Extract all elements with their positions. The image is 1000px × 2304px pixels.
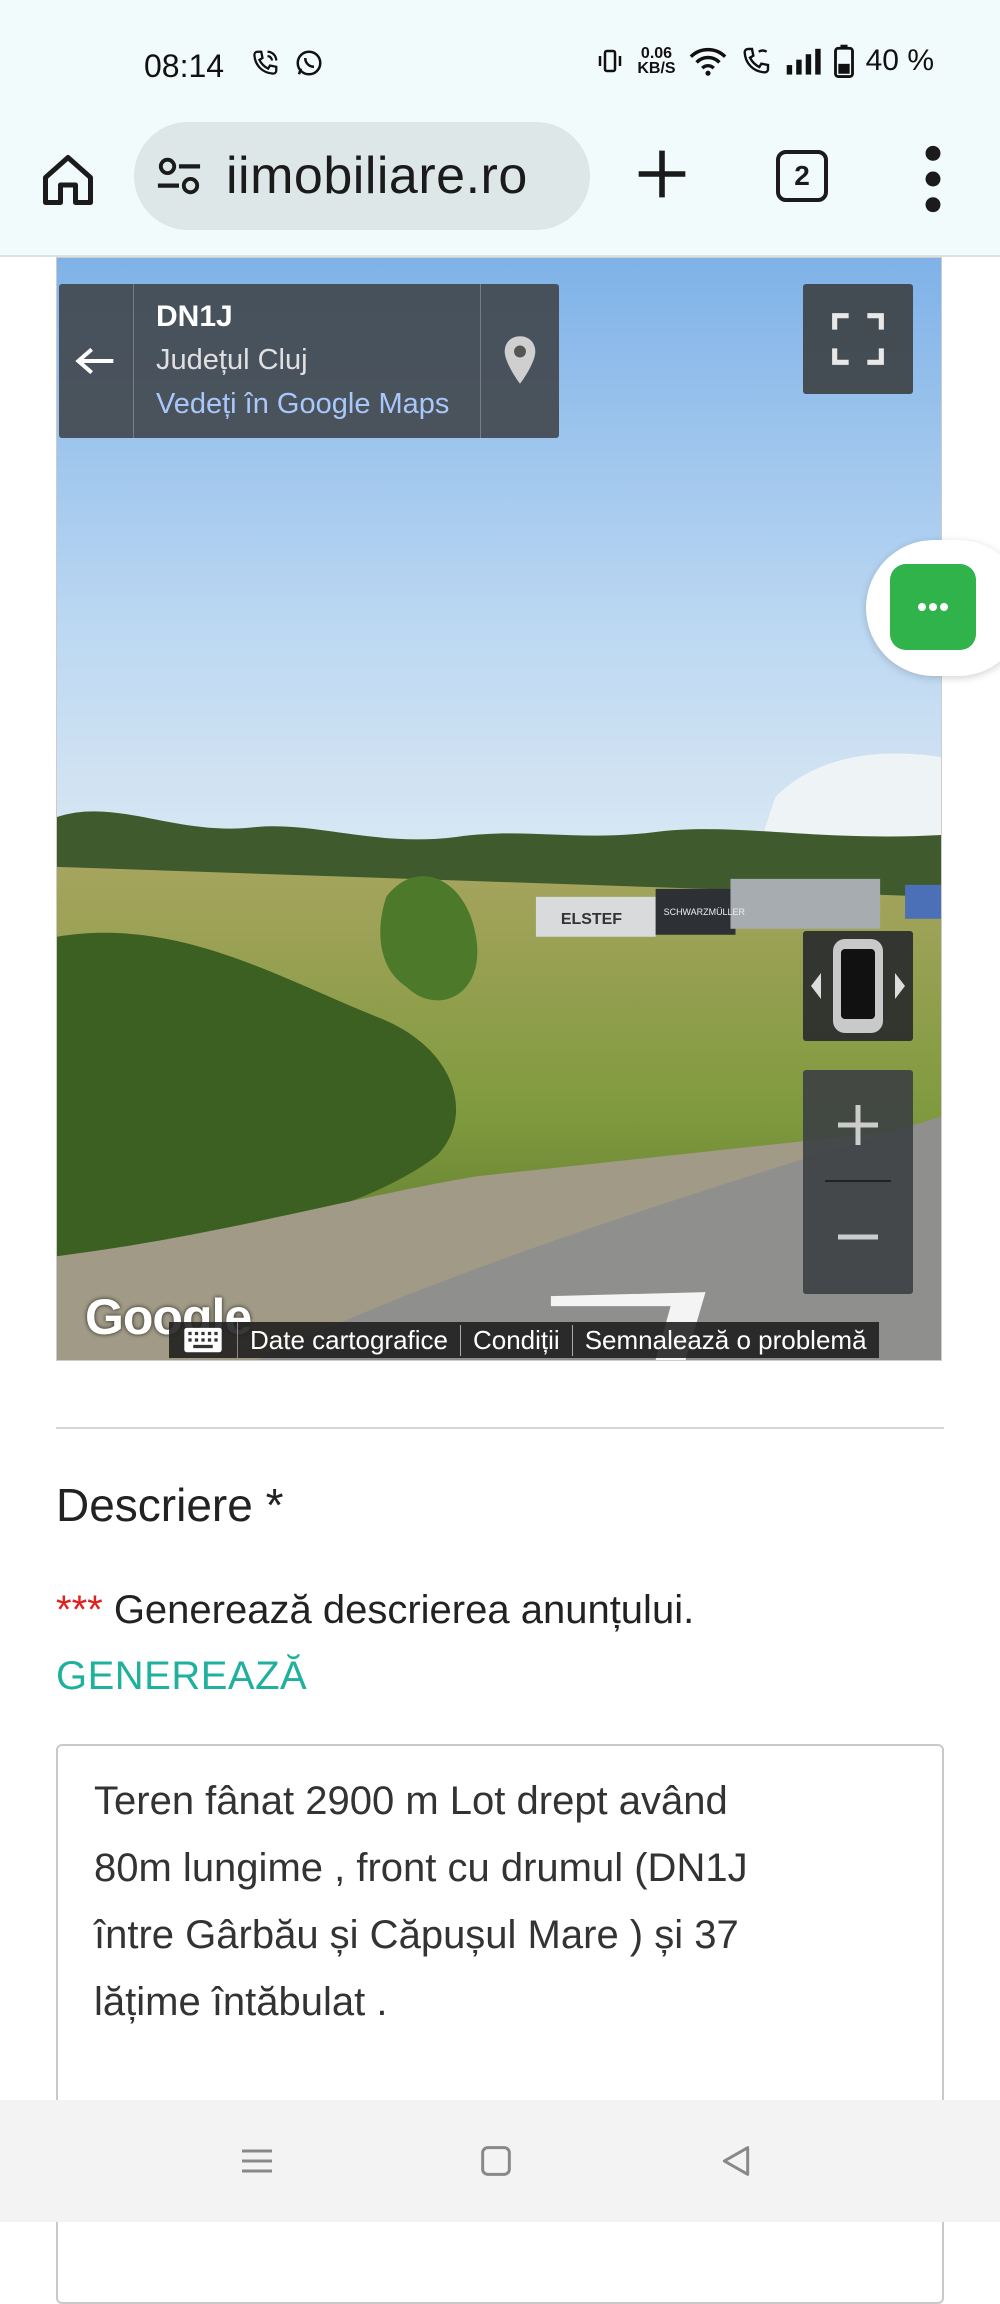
status-time: 08:14 bbox=[144, 48, 225, 84]
section-divider bbox=[56, 1427, 944, 1429]
keyboard-shortcuts-button[interactable] bbox=[169, 1322, 238, 1358]
road-name: DN1J bbox=[156, 300, 233, 333]
required-stars: *** bbox=[56, 1588, 103, 1632]
status-notification-icons bbox=[250, 48, 324, 78]
vibrate-icon bbox=[599, 49, 622, 73]
county-name: Județul Cluj bbox=[156, 344, 308, 376]
back-triangle-icon[interactable] bbox=[716, 2141, 756, 2181]
map-attribution-bar: Date cartografice Condiții Semnalează o … bbox=[169, 1322, 879, 1358]
tabs-icon[interactable]: 2 bbox=[776, 150, 828, 202]
sign-schwarzmuller: SCHWARZMÜLLER bbox=[664, 907, 746, 917]
chat-widget[interactable] bbox=[866, 540, 1000, 676]
home-icon[interactable] bbox=[38, 150, 98, 210]
zoom-control bbox=[803, 1070, 913, 1294]
wifi-call-icon bbox=[743, 47, 769, 74]
net-speed-unit: KB/S bbox=[637, 60, 676, 77]
sign-elstef: ELSTEF bbox=[561, 911, 622, 928]
status-system-icons: 0.06 KB/S 40 % bbox=[595, 44, 934, 78]
call-icon bbox=[253, 50, 278, 75]
battery-percent: 40 % bbox=[865, 44, 934, 77]
new-tab-icon[interactable] bbox=[634, 146, 690, 202]
battery-icon bbox=[833, 44, 854, 78]
generate-hint: *** Generează descrierea anunțului. bbox=[56, 1588, 694, 1633]
map-data-link[interactable]: Date cartografice bbox=[238, 1324, 461, 1356]
keyboard-icon[interactable] bbox=[183, 1327, 223, 1353]
pegman-rotate-icon[interactable] bbox=[803, 931, 913, 1041]
view-in-google-maps-link[interactable]: Vedeți în Google Maps bbox=[156, 388, 449, 421]
generate-button[interactable]: GENEREAZĂ bbox=[56, 1654, 307, 1699]
wifi-icon bbox=[689, 47, 726, 76]
street-view-map[interactable]: ELSTEF SCHWARZMÜLLER DN1J Județul Cluj V… bbox=[56, 257, 942, 1361]
recents-menu-icon[interactable] bbox=[237, 2141, 277, 2181]
net-speed: 0.06 KB/S bbox=[637, 45, 676, 77]
site-settings-icon[interactable] bbox=[156, 156, 202, 196]
map-pin-icon[interactable] bbox=[503, 334, 537, 386]
zoom-in-icon[interactable] bbox=[803, 1070, 913, 1180]
more-menu-icon[interactable] bbox=[920, 144, 946, 214]
system-nav-bar bbox=[0, 2100, 1000, 2222]
description-heading: Descriere * bbox=[56, 1479, 284, 1531]
zoom-out-icon[interactable] bbox=[803, 1182, 913, 1292]
location-info-card: DN1J Județul Cluj Vedeți în Google Maps bbox=[59, 284, 559, 438]
url-text[interactable]: iimobiliare.ro bbox=[226, 146, 528, 206]
whatsapp-icon bbox=[296, 50, 322, 76]
description-text[interactable]: Teren fânat 2900 m Lot drept având 80m l… bbox=[94, 1768, 894, 2036]
back-button[interactable] bbox=[59, 284, 134, 438]
map-pin-button[interactable] bbox=[480, 284, 559, 438]
chat-dots-icon[interactable] bbox=[890, 564, 976, 650]
pegman-control[interactable] bbox=[803, 931, 913, 1041]
chat-button[interactable] bbox=[890, 564, 976, 650]
browser-toolbar: iimobiliare.ro 2 bbox=[0, 120, 1000, 257]
terms-link[interactable]: Condiții bbox=[461, 1324, 573, 1356]
report-problem-link[interactable]: Semnalează o problemă bbox=[573, 1325, 879, 1356]
address-bar[interactable]: iimobiliare.ro bbox=[134, 122, 590, 230]
home-square-icon[interactable] bbox=[476, 2141, 516, 2181]
generate-hint-text: Generează descrierea anunțului. bbox=[102, 1588, 695, 1632]
status-bar: 08:14 0.06 KB/S 40 % bbox=[0, 0, 1000, 120]
back-arrow-icon[interactable] bbox=[75, 346, 115, 376]
fullscreen-icon[interactable] bbox=[830, 311, 886, 367]
net-speed-value: 0.06 bbox=[640, 45, 673, 62]
fullscreen-button[interactable] bbox=[803, 284, 913, 394]
signal-icon bbox=[786, 48, 821, 75]
